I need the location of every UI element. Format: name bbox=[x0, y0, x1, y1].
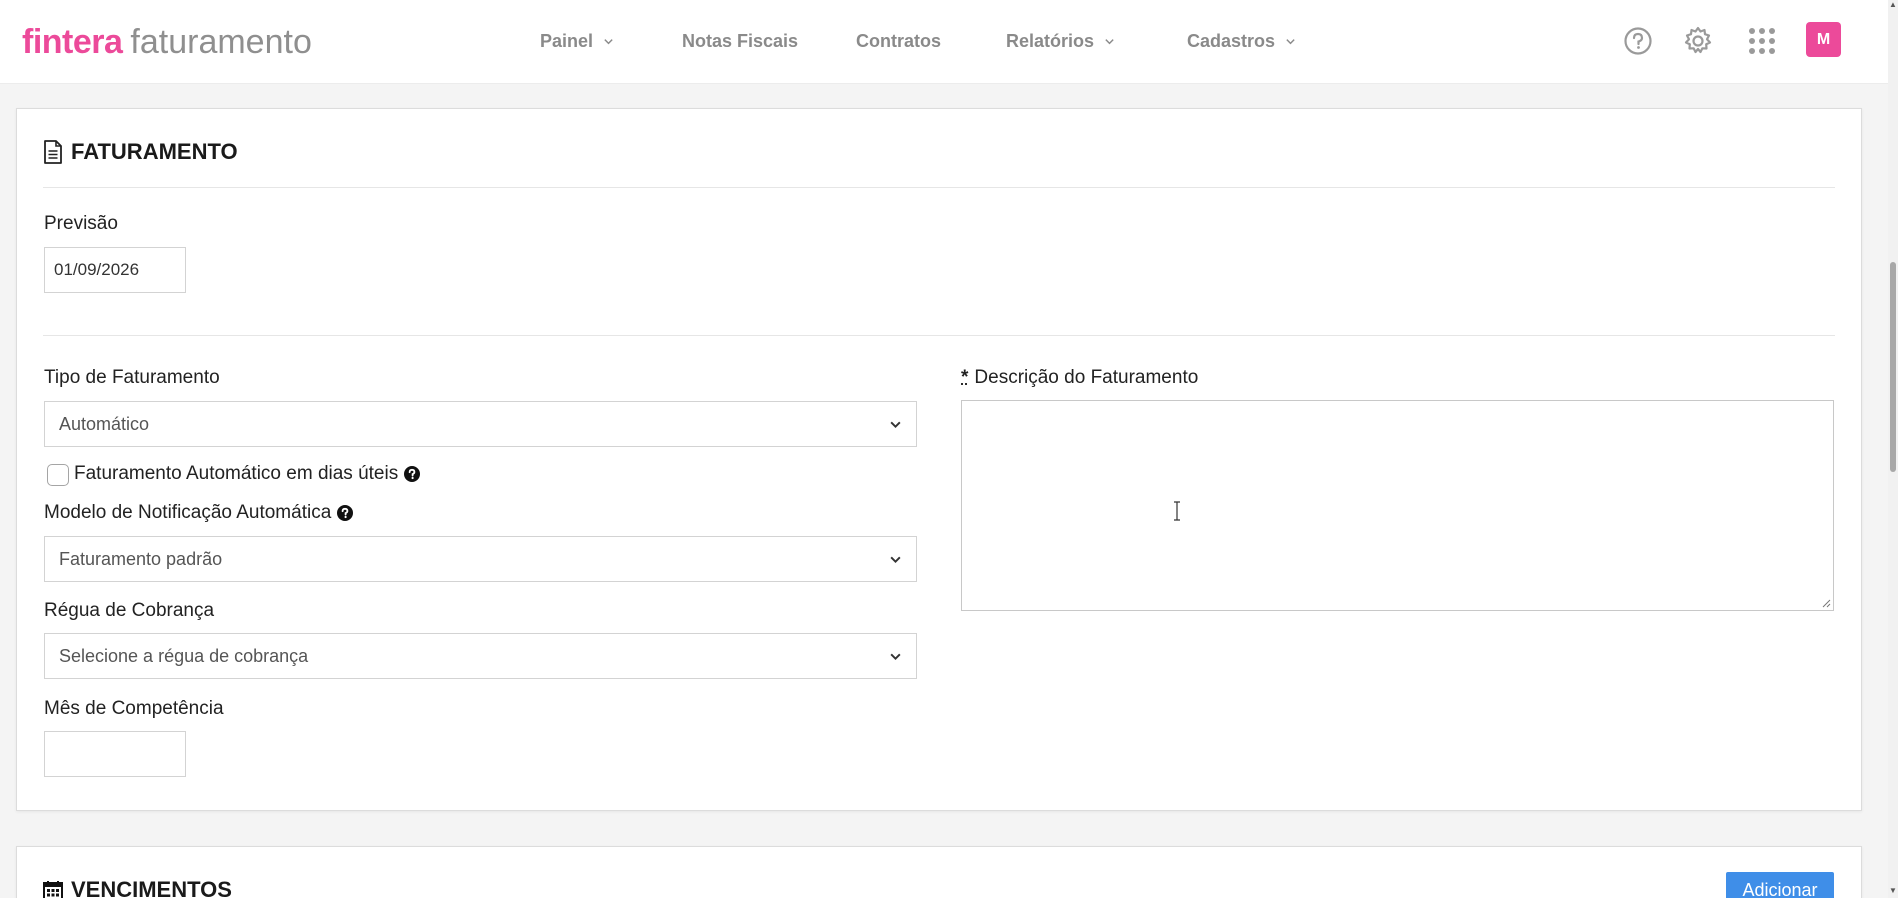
user-avatar[interactable]: M bbox=[1806, 22, 1841, 57]
nav-item-label: Cadastros bbox=[1187, 30, 1276, 51]
nav-item-label: Contratos bbox=[856, 30, 941, 51]
chevron-down-icon bbox=[890, 653, 901, 660]
adicionar-button[interactable]: Adicionar bbox=[1726, 872, 1834, 898]
resize-grip-icon[interactable] bbox=[1821, 598, 1831, 608]
nav-item-label: Painel bbox=[540, 30, 594, 51]
regua-cobranca-label: Régua de Cobrança bbox=[44, 600, 215, 621]
text-cursor-icon bbox=[1174, 501, 1180, 521]
previsao-label: Previsão bbox=[44, 213, 118, 234]
chevron-down-icon bbox=[890, 556, 901, 563]
dias-uteis-checkbox[interactable] bbox=[47, 464, 69, 486]
document-icon bbox=[44, 140, 62, 164]
help-circle-icon[interactable] bbox=[1619, 22, 1657, 60]
dias-uteis-text: Faturamento Automático em dias úteis bbox=[74, 463, 399, 484]
dias-uteis-label: Faturamento Automático em dias úteis bbox=[74, 463, 421, 485]
descricao-label-text: Descrição do Faturamento bbox=[974, 367, 1199, 388]
chevron-down-icon bbox=[1286, 38, 1295, 44]
chevron-down-icon bbox=[890, 421, 901, 428]
faturamento-title: FATURAMENTO bbox=[71, 139, 238, 164]
modelo-notificacao-select[interactable]: Faturamento padrão bbox=[44, 536, 917, 582]
apps-grid-icon[interactable] bbox=[1743, 22, 1781, 60]
regua-cobranca-select[interactable]: Selecione a régua de cobrança bbox=[44, 633, 917, 679]
tipo-faturamento-value: Automático bbox=[59, 413, 150, 434]
vencimentos-title: VENCIMENTOS bbox=[71, 877, 232, 898]
nav-item-contratos[interactable]: Contratos bbox=[856, 26, 941, 56]
scrollbar-thumb[interactable] bbox=[1890, 262, 1896, 472]
page-scrollbar[interactable]: ▲ ▼ bbox=[1888, 0, 1898, 898]
nav-item-cadastros[interactable]: Cadastros bbox=[1187, 26, 1296, 56]
mes-competencia-label: Mês de Competência bbox=[44, 698, 224, 719]
top-navbar: fintera faturamento Painel Notas Fiscais … bbox=[0, 0, 1898, 84]
chevron-down-icon bbox=[1105, 38, 1114, 44]
faturamento-panel: FATURAMENTO Previsão Tipo de Faturamento… bbox=[16, 108, 1862, 811]
modelo-notificacao-value: Faturamento padrão bbox=[59, 548, 223, 569]
question-circle-icon[interactable] bbox=[404, 466, 421, 482]
vencimentos-panel: VENCIMENTOS bbox=[16, 846, 1862, 898]
chevron-down-icon bbox=[604, 38, 613, 44]
section-divider bbox=[43, 335, 1835, 336]
gear-icon[interactable] bbox=[1679, 22, 1717, 60]
question-circle-icon[interactable] bbox=[337, 505, 354, 521]
faturamento-heading: FATURAMENTO bbox=[43, 139, 238, 165]
nav-item-painel[interactable]: Painel bbox=[540, 26, 614, 56]
regua-cobranca-value: Selecione a régua de cobrança bbox=[59, 645, 309, 666]
nav-item-relatorios[interactable]: Relatórios bbox=[1006, 26, 1115, 56]
modelo-notificacao-text: Modelo de Notificação Automática bbox=[44, 502, 332, 523]
nav-item-notas-fiscais[interactable]: Notas Fiscais bbox=[682, 26, 798, 56]
vencimentos-heading: VENCIMENTOS bbox=[43, 877, 232, 898]
previsao-date-input[interactable] bbox=[44, 247, 186, 293]
modelo-notificacao-label: Modelo de Notificação Automática bbox=[44, 502, 354, 524]
tipo-faturamento-label: Tipo de Faturamento bbox=[44, 367, 220, 388]
mes-competencia-input[interactable] bbox=[44, 731, 186, 777]
brand-secondary: faturamento bbox=[130, 23, 312, 61]
nav-item-label: Relatórios bbox=[1006, 30, 1095, 51]
brand-primary: fintera bbox=[22, 23, 123, 61]
required-marker: * bbox=[961, 367, 969, 388]
scroll-up-icon[interactable]: ▲ bbox=[1888, 0, 1898, 10]
nav-item-label: Notas Fiscais bbox=[682, 30, 799, 51]
scroll-down-icon[interactable]: ▼ bbox=[1888, 886, 1898, 896]
calendar-icon bbox=[43, 881, 63, 898]
tipo-faturamento-select[interactable]: Automático bbox=[44, 401, 917, 447]
section-divider bbox=[43, 187, 1835, 188]
descricao-label: * Descrição do Faturamento bbox=[961, 367, 1198, 389]
brand-logo[interactable]: fintera faturamento bbox=[22, 20, 312, 64]
descricao-textarea[interactable] bbox=[961, 400, 1834, 611]
